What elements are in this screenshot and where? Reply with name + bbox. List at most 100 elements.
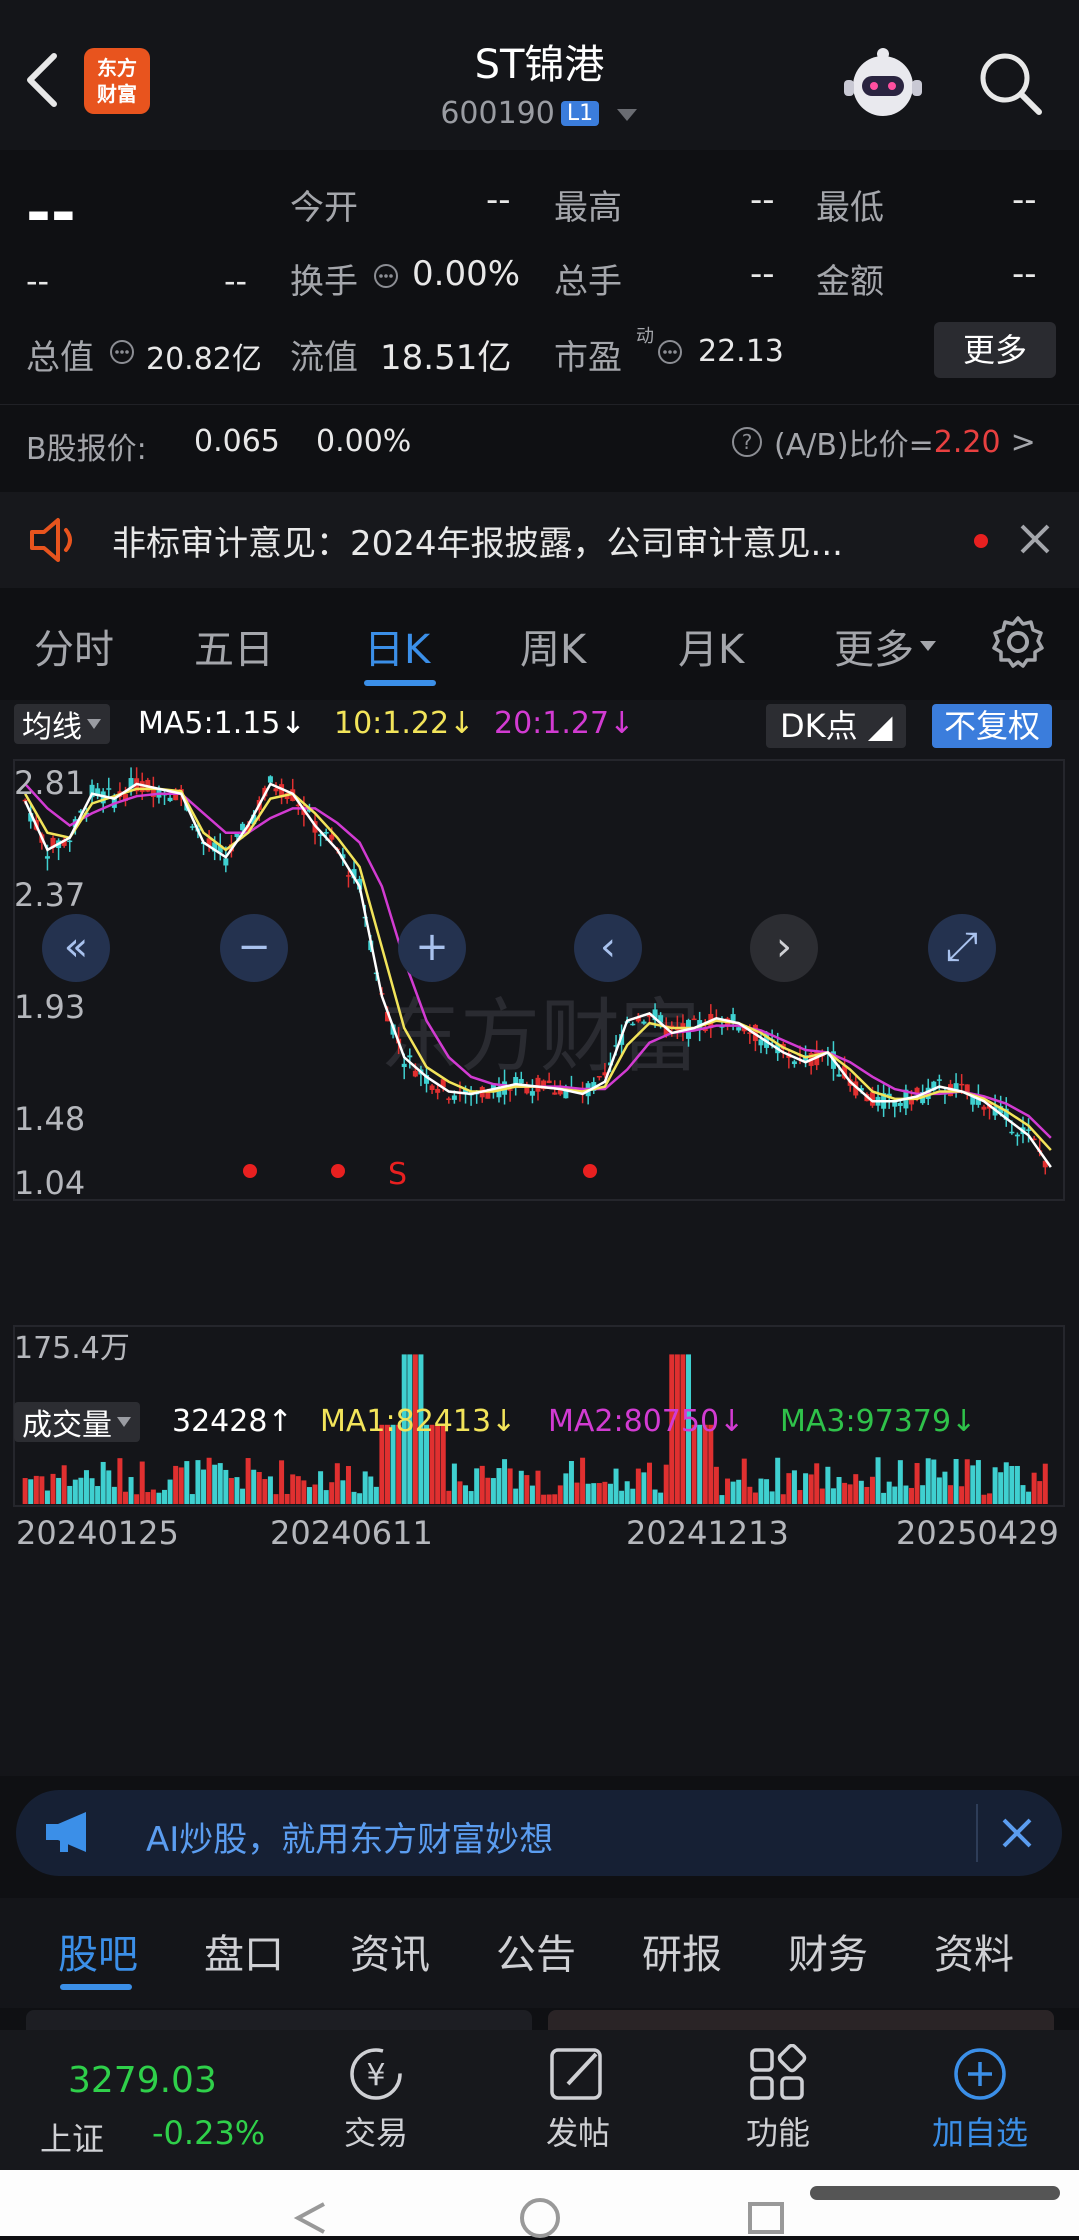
volume-value: 32428↑ xyxy=(172,1404,293,1439)
vma3-value: MA3:97379↓ xyxy=(780,1404,977,1439)
fullscreen-button[interactable]: ⤢ xyxy=(928,914,996,982)
candle-body xyxy=(730,1014,736,1021)
function-label: 功能 xyxy=(745,2114,810,2152)
candle-body xyxy=(897,1102,903,1106)
index-name[interactable]: 上证 xyxy=(40,2114,104,2160)
vma1-text: MA1:82413 xyxy=(320,1404,492,1439)
volume-bar xyxy=(106,1470,112,1504)
tab-ziliao[interactable]: 资料 xyxy=(934,1922,1014,1980)
open-label: 今开 xyxy=(290,188,358,228)
volume-bar xyxy=(836,1476,842,1504)
ma10-value: 10:1.22↓ xyxy=(334,706,475,741)
turnover-label: 换手 xyxy=(290,262,358,302)
scribble-mark xyxy=(810,2186,1060,2200)
volume-bar xyxy=(513,1488,519,1504)
float-label: 流值 xyxy=(290,338,358,378)
notice-banner[interactable]: 非标审计意见：2024年报披露，公司审计意见... xyxy=(0,492,1079,588)
y-tick-5: 1.04 xyxy=(14,1164,85,1202)
more-quote-button[interactable]: 更多 xyxy=(934,322,1056,378)
ma-selector[interactable]: 均线 xyxy=(14,704,110,745)
dk-point-button[interactable]: DK点 ◢ xyxy=(766,704,907,748)
volume-bar xyxy=(44,1490,50,1504)
trade-button[interactable]: ¥ 交易 xyxy=(336,2044,416,2154)
tab-fenshi[interactable]: 分时 xyxy=(34,617,114,675)
function-button[interactable]: 功能 xyxy=(738,2043,818,2154)
zoom-in-button[interactable]: + xyxy=(398,914,466,982)
nav-home-icon[interactable] xyxy=(518,2196,562,2240)
zoom-out-button[interactable]: − xyxy=(220,914,288,982)
volume-bar xyxy=(100,1461,106,1504)
svg-text:¥: ¥ xyxy=(366,2058,385,2093)
volume-bar xyxy=(33,1475,39,1504)
volume-bar xyxy=(607,1483,613,1504)
tab-pankou[interactable]: 盘口 xyxy=(204,1922,284,1980)
tab-yuek[interactable]: 月K xyxy=(678,617,744,675)
tab-wuri[interactable]: 五日 xyxy=(194,617,274,675)
tab-more-label: 更多 xyxy=(834,627,914,673)
candle-body xyxy=(446,1098,452,1100)
sell-signal: S xyxy=(388,1157,407,1192)
index-value[interactable]: 3279.03 xyxy=(68,2060,217,2101)
ai-promo-bar[interactable]: AI炒股，就用东方财富妙想 xyxy=(16,1790,1062,1876)
volume-bar xyxy=(496,1468,502,1504)
volume-bar xyxy=(1037,1481,1043,1504)
high-label: 最高 xyxy=(554,188,622,228)
volume-bar xyxy=(240,1488,246,1504)
volume-bar xyxy=(329,1482,335,1504)
volume-bar xyxy=(769,1491,775,1504)
volume-bar xyxy=(1031,1472,1037,1504)
tab-caiwu[interactable]: 财务 xyxy=(788,1922,868,1980)
ab-ratio[interactable]: ? (A/B)比价= 2.20 > xyxy=(730,420,1036,464)
tab-zhouk[interactable]: 周K xyxy=(520,617,586,675)
volume-bar xyxy=(953,1458,959,1504)
fuquan-button[interactable]: 不复权 xyxy=(932,704,1053,748)
volume-bar xyxy=(117,1458,123,1504)
nav-recents-icon[interactable] xyxy=(746,2200,786,2236)
candle-body xyxy=(451,1095,457,1100)
nav-back-icon[interactable] xyxy=(290,2200,330,2236)
tab-gonggao[interactable]: 公告 xyxy=(496,1922,576,1980)
low-label: 最低 xyxy=(816,188,884,228)
volume-bar xyxy=(736,1479,742,1504)
volume-bar xyxy=(652,1489,658,1504)
fast-rewind-button[interactable]: « xyxy=(42,914,110,982)
post-button[interactable]: 发帖 xyxy=(538,2044,618,2154)
settings-gear-icon[interactable] xyxy=(990,614,1046,674)
y-tick-3: 1.93 xyxy=(14,988,85,1026)
close-ai-bar-icon[interactable] xyxy=(1000,1816,1034,1854)
tab-rik[interactable]: 日K xyxy=(364,617,430,675)
edit-note-icon xyxy=(550,2048,602,2100)
mktcap-info-icon[interactable] xyxy=(108,338,136,370)
volume-bar xyxy=(173,1465,179,1504)
volume-bar xyxy=(613,1468,619,1504)
volume-selector[interactable]: 成交量 xyxy=(14,1402,140,1443)
volume-bar xyxy=(658,1492,664,1504)
volume-bar xyxy=(630,1488,636,1504)
volume-bar xyxy=(936,1477,942,1504)
volume-bar xyxy=(758,1478,764,1504)
tab-more[interactable]: 更多 xyxy=(834,617,938,675)
dk-label: DK点 xyxy=(780,707,858,745)
volume-bar xyxy=(351,1491,357,1504)
search-icon[interactable] xyxy=(975,48,1045,118)
vma2-text: MA2:80750 xyxy=(548,1404,720,1439)
ai-robot-icon[interactable] xyxy=(838,44,928,124)
volume-bar xyxy=(345,1466,351,1504)
pe-info-icon[interactable] xyxy=(656,338,684,370)
add-watchlist-button[interactable]: 加自选 xyxy=(922,2044,1038,2154)
close-notice-icon[interactable] xyxy=(1018,522,1052,560)
scroll-left-button[interactable]: ‹ xyxy=(574,914,642,982)
volume-bar xyxy=(970,1465,976,1504)
index-change[interactable]: -0.23% xyxy=(152,2114,265,2152)
tab-guba[interactable]: 股吧 xyxy=(58,1922,138,1980)
turnover-info-icon[interactable] xyxy=(372,262,400,294)
signal-dot xyxy=(583,1164,597,1178)
volume-bar xyxy=(591,1483,597,1504)
kline-svg[interactable]: 东方财富 2.81 2.37 1.93 1.48 1.04 S 175.4万 2… xyxy=(0,754,1079,1772)
tab-zixun[interactable]: 资讯 xyxy=(350,1922,430,1980)
volume-bar xyxy=(122,1491,128,1504)
tab-yanbao[interactable]: 研报 xyxy=(642,1922,722,1980)
scroll-right-button[interactable]: › xyxy=(750,914,818,982)
volume-bar xyxy=(256,1471,262,1504)
x-tick-1: 20240125 xyxy=(16,1514,179,1552)
